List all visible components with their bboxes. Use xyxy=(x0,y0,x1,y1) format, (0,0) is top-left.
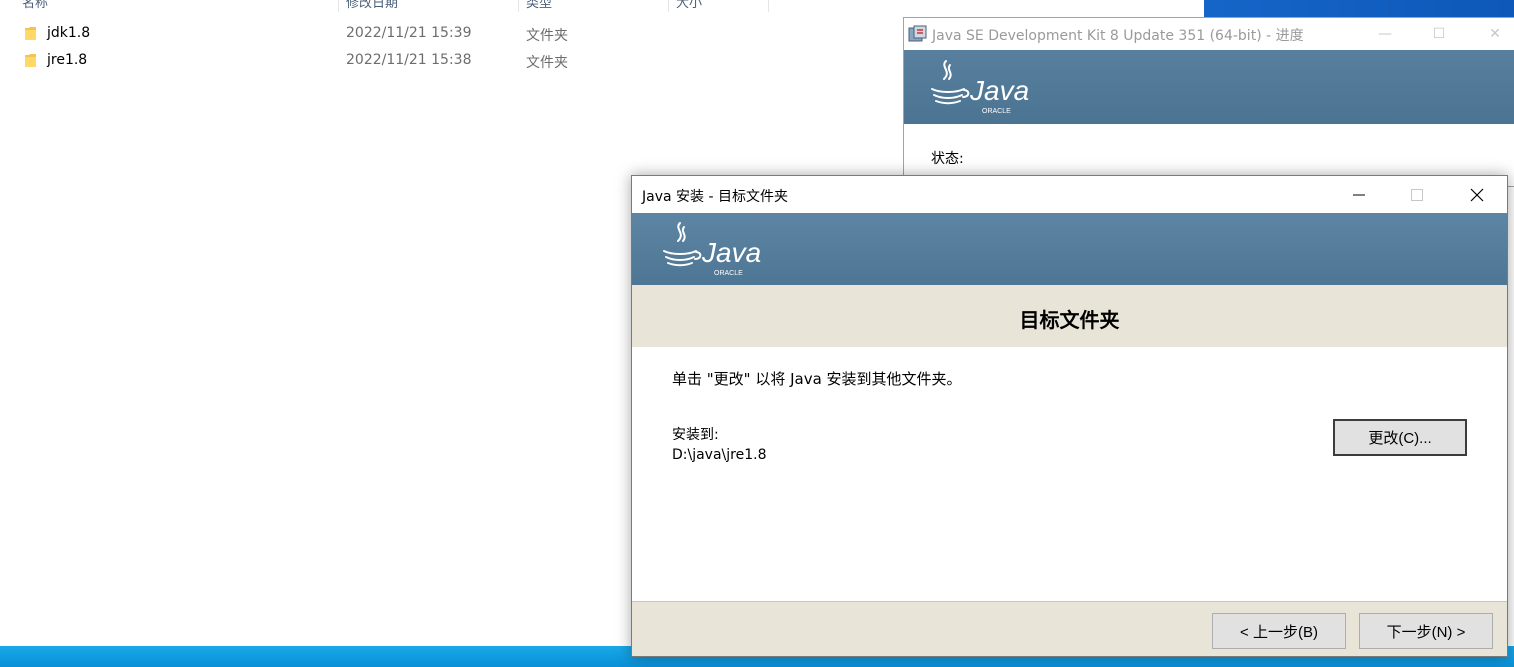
column-divider[interactable] xyxy=(768,0,769,12)
status-label: 状态: xyxy=(931,151,964,167)
file-type: 文件夹 xyxy=(526,28,568,44)
minimize-button[interactable] xyxy=(1330,176,1388,213)
java-banner: Java ORACLE xyxy=(904,50,1514,124)
java-wordmark: Java xyxy=(701,237,761,268)
java-cup-icon xyxy=(663,222,702,267)
progress-window-titlebar[interactable]: Java SE Development Kit 8 Update 351 (64… xyxy=(904,18,1514,50)
page-header: 目标文件夹 xyxy=(632,285,1507,347)
back-button[interactable]: < 上一步(B) xyxy=(1212,613,1346,649)
folder-icon xyxy=(25,27,36,40)
close-button[interactable] xyxy=(1448,176,1506,213)
close-icon xyxy=(1470,188,1484,201)
dialog-title: Java 安装 - 目标文件夹 xyxy=(642,189,788,205)
column-header-size[interactable]: 大小 xyxy=(676,0,702,11)
java-setup-dialog[interactable]: Java 安装 - 目标文件夹 Java ORACLE 目标文件夹 单击 "更改… xyxy=(631,175,1508,657)
minimize-icon xyxy=(1353,194,1365,195)
maximize-icon xyxy=(1411,188,1423,201)
close-icon[interactable]: ✕ xyxy=(1480,22,1510,46)
instruction-text: 单击 "更改" 以将 Java 安装到其他文件夹。 xyxy=(672,370,962,388)
file-row-jdk[interactable]: jdk1.8 2022/11/21 15:39 文件夹 xyxy=(0,21,900,47)
dialog-titlebar[interactable]: Java 安装 - 目标文件夹 xyxy=(632,176,1507,213)
page-title: 目标文件夹 xyxy=(1019,308,1120,332)
maximize-icon[interactable]: ☐ xyxy=(1424,22,1454,46)
file-row-jre[interactable]: jre1.8 2022/11/21 15:38 文件夹 xyxy=(0,48,900,74)
installer-icon xyxy=(908,25,927,42)
change-button[interactable]: 更改(C)... xyxy=(1333,419,1467,456)
oracle-wordmark: ORACLE xyxy=(714,270,743,277)
minimize-icon[interactable]: — xyxy=(1370,22,1400,46)
desktop-background xyxy=(1204,0,1514,17)
java-logo: Java ORACLE xyxy=(931,60,1029,115)
java-cup-icon xyxy=(931,60,970,105)
java-wordmark: Java xyxy=(969,75,1029,106)
file-name: jdk1.8 xyxy=(47,25,91,41)
column-divider[interactable] xyxy=(518,0,519,12)
column-header-type[interactable]: 类型 xyxy=(526,0,552,11)
dialog-body: 单击 "更改" 以将 Java 安装到其他文件夹。 安装到: D:\java\j… xyxy=(632,347,1507,601)
dialog-footer: < 上一步(B) 下一步(N) > xyxy=(632,601,1507,656)
file-type: 文件夹 xyxy=(526,55,568,71)
file-date: 2022/11/21 15:39 xyxy=(346,25,472,41)
next-button[interactable]: 下一步(N) > xyxy=(1359,613,1493,649)
file-date: 2022/11/21 15:38 xyxy=(346,52,472,68)
progress-window[interactable]: Java SE Development Kit 8 Update 351 (64… xyxy=(903,17,1514,187)
column-header-name[interactable]: 名称 xyxy=(22,0,48,11)
maximize-button xyxy=(1388,176,1446,213)
folder-icon xyxy=(25,54,36,67)
java-banner: Java ORACLE xyxy=(632,213,1507,285)
column-divider[interactable] xyxy=(338,0,339,12)
progress-window-title: Java SE Development Kit 8 Update 351 (64… xyxy=(932,28,1304,44)
column-header-date[interactable]: 修改日期 xyxy=(346,0,398,11)
install-to-label: 安装到: xyxy=(672,427,719,443)
java-logo: Java ORACLE xyxy=(663,222,761,277)
column-divider[interactable] xyxy=(668,0,669,12)
install-path: D:\java\jre1.8 xyxy=(672,447,767,463)
file-name: jre1.8 xyxy=(47,52,88,68)
oracle-wordmark: ORACLE xyxy=(982,108,1011,115)
